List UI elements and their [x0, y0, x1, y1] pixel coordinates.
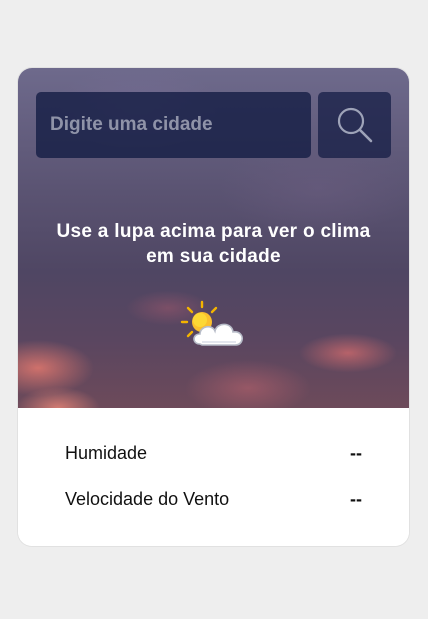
sky-background: Use a lupa acima para ver o clima em sua… [18, 68, 409, 408]
humidity-row: Humidade -- [65, 443, 362, 464]
humidity-value: -- [350, 443, 362, 463]
search-button[interactable] [318, 92, 391, 158]
search-box [36, 92, 311, 158]
instruction-message: Use a lupa acima para ver o clima em sua… [56, 221, 371, 267]
weather-details: Humidade -- Velocidade do Vento -- [18, 408, 409, 546]
sun-behind-cloud-icon [180, 300, 243, 346]
city-search-input[interactable] [48, 113, 299, 137]
humidity-label: Humidade [65, 443, 148, 463]
wind-speed-value: -- [350, 489, 362, 509]
search-icon [337, 107, 372, 143]
weather-card: Use a lupa acima para ver o clima em sua… [18, 68, 409, 546]
wind-speed-row: Velocidade do Vento -- [65, 489, 362, 510]
wind-speed-label: Velocidade do Vento [65, 489, 230, 509]
